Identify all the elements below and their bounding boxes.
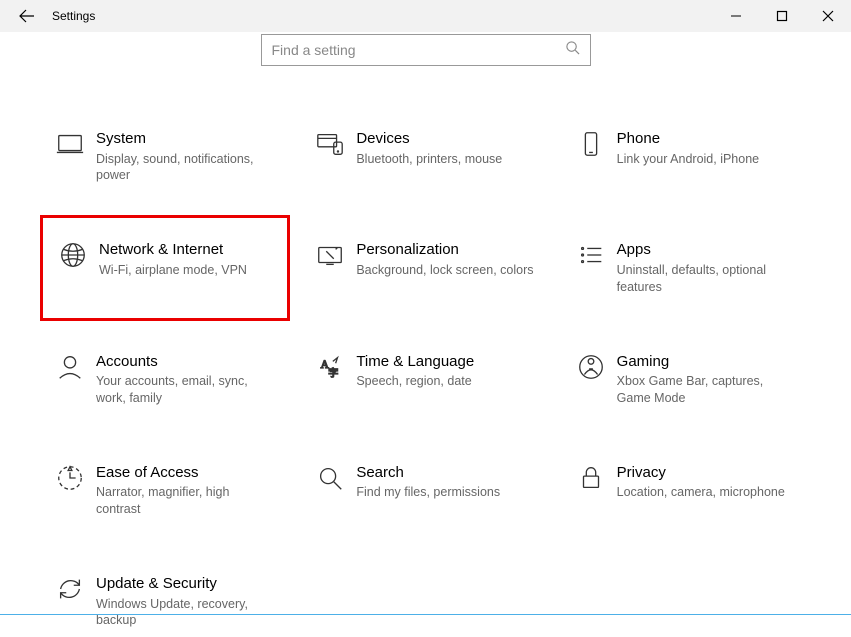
tile-apps[interactable]: Apps Uninstall, defaults, optional featu… [561,232,811,303]
tile-desc: Display, sound, notifications, power [96,151,284,185]
phone-icon [567,129,615,159]
tile-desc: Xbox Game Bar, captures, Game Mode [617,373,805,407]
apps-icon [567,240,615,270]
search-tile-icon [306,463,354,493]
tile-ease-of-access[interactable]: Ease of Access Narrator, magnifier, high… [40,455,290,526]
tile-desc: Find my files, permissions [356,484,544,501]
tile-desc: Speech, region, date [356,373,544,390]
tile-title: Devices [356,129,544,149]
search-box[interactable] [261,34,591,66]
search-wrap [0,34,851,66]
tile-desc: Location, camera, microphone [617,484,805,501]
tile-title: Personalization [356,240,544,260]
accounts-icon [46,352,94,382]
minimize-button[interactable] [713,0,759,32]
tile-title: Update & Security [96,574,284,594]
settings-grid: System Display, sound, notifications, po… [0,66,851,637]
tile-title: System [96,129,284,149]
tile-desc: Windows Update, recovery, backup [96,596,284,630]
privacy-icon [567,463,615,493]
tile-desc: Background, lock screen, colors [356,262,544,279]
tile-desc: Your accounts, email, sync, work, family [96,373,284,407]
tile-desc: Link your Android, iPhone [617,151,805,168]
search-input[interactable] [272,42,565,58]
svg-text:字: 字 [328,366,338,379]
tile-desc: Bluetooth, printers, mouse [356,151,544,168]
close-button[interactable] [805,0,851,32]
tile-desc: Narrator, magnifier, high contrast [96,484,284,518]
tile-desc: Uninstall, defaults, optional features [617,262,805,296]
tile-accounts[interactable]: Accounts Your accounts, email, sync, wor… [40,344,290,415]
system-icon [46,129,94,159]
tile-title: Time & Language [356,352,544,372]
tile-title: Gaming [617,352,805,372]
tile-desc: Wi-Fi, airplane mode, VPN [99,262,281,279]
personalization-icon [306,240,354,270]
ease-of-access-icon [46,463,94,493]
devices-icon [306,129,354,159]
tile-time-language[interactable]: A字 Time & Language Speech, region, date [300,344,550,415]
tile-system[interactable]: System Display, sound, notifications, po… [40,121,290,192]
tile-title: Accounts [96,352,284,372]
tile-devices[interactable]: Devices Bluetooth, printers, mouse [300,121,550,192]
back-button[interactable] [6,0,48,32]
tile-gaming[interactable]: Gaming Xbox Game Bar, captures, Game Mod… [561,344,811,415]
window-title: Settings [52,9,95,23]
gaming-icon [567,352,615,382]
maximize-button[interactable] [759,0,805,32]
tile-update-security[interactable]: Update & Security Windows Update, recove… [40,566,290,637]
tile-personalization[interactable]: Personalization Background, lock screen,… [300,232,550,303]
title-bar: Settings [0,0,851,32]
update-icon [46,574,94,604]
tile-title: Phone [617,129,805,149]
search-icon [565,40,580,60]
tile-phone[interactable]: Phone Link your Android, iPhone [561,121,811,192]
tile-title: Apps [617,240,805,260]
tile-title: Search [356,463,544,483]
tile-network-internet[interactable]: Network & Internet Wi-Fi, airplane mode,… [40,215,290,320]
globe-icon [49,240,97,270]
tile-title: Network & Internet [99,240,281,260]
bottom-accent-line [0,614,851,615]
tile-title: Ease of Access [96,463,284,483]
time-language-icon: A字 [306,352,354,382]
tile-title: Privacy [617,463,805,483]
tile-search[interactable]: Search Find my files, permissions [300,455,550,526]
tile-privacy[interactable]: Privacy Location, camera, microphone [561,455,811,526]
